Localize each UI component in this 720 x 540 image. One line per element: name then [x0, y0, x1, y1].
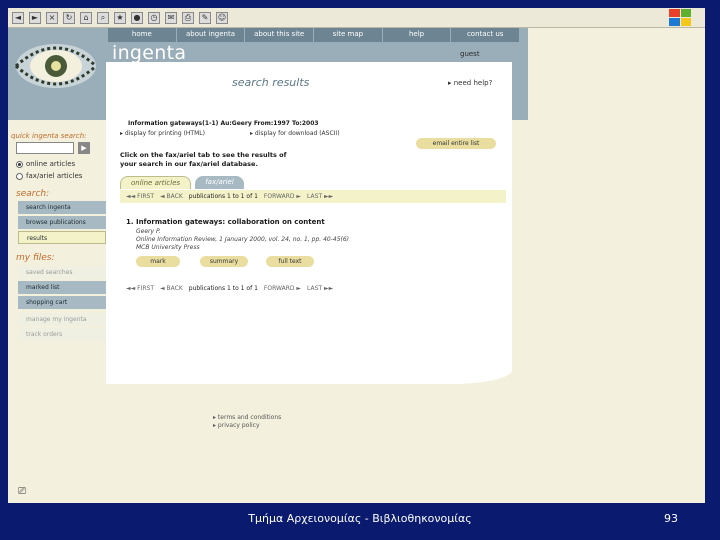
- pager-first[interactable]: ◄◄ FIRST: [126, 285, 154, 292]
- nav-help[interactable]: help: [383, 28, 452, 42]
- status-bar-icon: ⎚: [18, 486, 26, 497]
- footer-links: ▸ terms and conditions ▸ privacy policy: [213, 414, 281, 430]
- download-option[interactable]: ▸ display for download (ASCII): [250, 130, 340, 137]
- radio-fax-ariel[interactable]: fax/ariel articles: [16, 172, 82, 180]
- edit-icon[interactable]: ✎: [199, 11, 211, 24]
- browser-toolbar: ◄ ► × ↻ ⌂ ⌕ ★ ● ◷ ✉ ⎙ ✎ ☺: [8, 8, 705, 28]
- terms-link[interactable]: ▸ terms and conditions: [213, 414, 281, 422]
- guest-label: guest: [460, 50, 480, 58]
- privacy-link[interactable]: ▸ privacy policy: [213, 422, 281, 430]
- refresh-icon[interactable]: ↻: [63, 11, 75, 24]
- sidebar-item-saved-searches[interactable]: saved searches: [18, 266, 106, 279]
- radio-dot[interactable]: [16, 172, 23, 180]
- full-text-button[interactable]: full text: [266, 256, 314, 267]
- radio-dot[interactable]: [16, 160, 23, 168]
- fax-hint-line-2: your search in our fax/ariel database.: [120, 160, 258, 168]
- result-tabs: online articles fax/ariel: [120, 176, 244, 189]
- sidebar-item-shopping-cart[interactable]: shopping cart: [18, 296, 106, 309]
- media-icon[interactable]: ●: [131, 11, 143, 24]
- pager-last[interactable]: LAST ►►: [307, 285, 333, 292]
- pager-back[interactable]: ◄ BACK: [160, 285, 183, 292]
- nav-site-map[interactable]: site map: [314, 28, 383, 42]
- download-option-label[interactable]: display for download (ASCII): [255, 130, 340, 137]
- print-option-label[interactable]: display for printing (HTML): [125, 130, 205, 137]
- print-icon[interactable]: ⎙: [182, 11, 194, 24]
- top-nav: home about ingenta about this site site …: [108, 28, 521, 42]
- pager-forward[interactable]: FORWARD ►: [264, 285, 301, 292]
- favorites-icon[interactable]: ★: [114, 11, 126, 24]
- windows-logo-icon: [669, 9, 691, 26]
- sidebar-item-track-orders[interactable]: track orders: [18, 328, 106, 341]
- stop-icon[interactable]: ×: [46, 11, 58, 24]
- email-list-button[interactable]: email entire list: [416, 138, 496, 149]
- pager-count: publications 1 to 1 of 1: [188, 193, 258, 200]
- tab-fax-ariel[interactable]: fax/ariel: [195, 176, 244, 189]
- pager-bottom: ◄◄ FIRST ◄ BACK publications 1 to 1 of 1…: [120, 282, 506, 295]
- result-source: Online Information Review, 1 January 200…: [136, 236, 350, 243]
- help-link[interactable]: ▸ need help?: [448, 79, 492, 87]
- nav-about-ingenta[interactable]: about ingenta: [177, 28, 246, 42]
- mail-icon[interactable]: ✉: [165, 11, 177, 24]
- search-info-line: Information gateways(1-1) Au:Geery From:…: [128, 120, 319, 127]
- web-page: home about ingenta about this site site …: [8, 28, 705, 503]
- mouse-cursor-icon: [318, 265, 323, 275]
- sidebar: quick ingenta search: ▶ online articles …: [8, 120, 112, 390]
- quick-search-go-button[interactable]: ▶: [78, 142, 90, 154]
- ingenta-eye-logo-icon: [14, 44, 98, 88]
- sidebar-item-marked-list[interactable]: marked list: [18, 281, 106, 294]
- slide-page-number: 93: [664, 512, 678, 525]
- sidebar-item-results[interactable]: results: [18, 231, 106, 244]
- brand-name: ingenta: [112, 42, 187, 64]
- history-icon[interactable]: ◷: [148, 11, 160, 24]
- pager-forward[interactable]: FORWARD ►: [264, 193, 301, 200]
- my-files-heading: my files:: [16, 253, 55, 263]
- summary-button[interactable]: summary: [200, 256, 248, 267]
- sidebar-item-browse[interactable]: browse publications: [18, 216, 106, 229]
- help-link-label[interactable]: need help?: [454, 79, 493, 87]
- home-icon[interactable]: ⌂: [80, 11, 92, 24]
- sidebar-item-search-ingenta[interactable]: search ingenta: [18, 201, 106, 214]
- browser-window: ◄ ► × ↻ ⌂ ⌕ ★ ● ◷ ✉ ⎙ ✎ ☺ home about ing…: [8, 8, 705, 503]
- mark-button[interactable]: mark: [136, 256, 180, 267]
- result-meta: Geery P. Online Information Review, 1 Ja…: [136, 228, 349, 252]
- page-title: search results: [232, 76, 310, 89]
- pager-first[interactable]: ◄◄ FIRST: [126, 193, 154, 200]
- search-heading: search:: [16, 189, 50, 199]
- forward-icon[interactable]: ►: [29, 11, 41, 24]
- nav-about-site[interactable]: about this site: [245, 28, 315, 42]
- pager-last[interactable]: LAST ►►: [307, 193, 333, 200]
- fax-hint-line-1: Click on the fax/ariel tab to see the re…: [120, 151, 287, 159]
- fax-hint-text: Click on the fax/ariel tab to see the re…: [120, 151, 286, 169]
- nav-home[interactable]: home: [108, 28, 177, 42]
- back-icon[interactable]: ◄: [12, 11, 24, 24]
- search-icon[interactable]: ⌕: [97, 11, 109, 24]
- slide-caption: Τμήμα Αρχειονομίας - Βιβλιοθηκονομίας: [248, 512, 472, 525]
- messenger-icon[interactable]: ☺: [216, 11, 228, 24]
- result-author: Geery P.: [136, 228, 161, 235]
- slide: ◄ ► × ↻ ⌂ ⌕ ★ ● ◷ ✉ ⎙ ✎ ☺ home about ing…: [0, 0, 720, 540]
- tab-online-articles[interactable]: online articles: [120, 176, 192, 189]
- pager-count: publications 1 to 1 of 1: [188, 285, 258, 292]
- result-title[interactable]: 1. Information gateways: collaboration o…: [126, 218, 325, 226]
- pager-back[interactable]: ◄ BACK: [160, 193, 183, 200]
- print-option[interactable]: ▸ display for printing (HTML): [120, 130, 205, 137]
- nav-contact[interactable]: contact us: [451, 28, 521, 42]
- pager-top: ◄◄ FIRST ◄ BACK publications 1 to 1 of 1…: [120, 190, 506, 203]
- quick-search-input[interactable]: [16, 142, 74, 154]
- result-publisher: MCB University Press: [136, 244, 200, 251]
- radio-online-articles[interactable]: online articles: [16, 160, 75, 168]
- sidebar-item-manage[interactable]: manage my ingenta: [18, 313, 106, 326]
- radio-label: online articles: [26, 160, 76, 168]
- radio-label: fax/ariel articles: [26, 172, 83, 180]
- quick-search-label: quick ingenta search:: [11, 132, 87, 140]
